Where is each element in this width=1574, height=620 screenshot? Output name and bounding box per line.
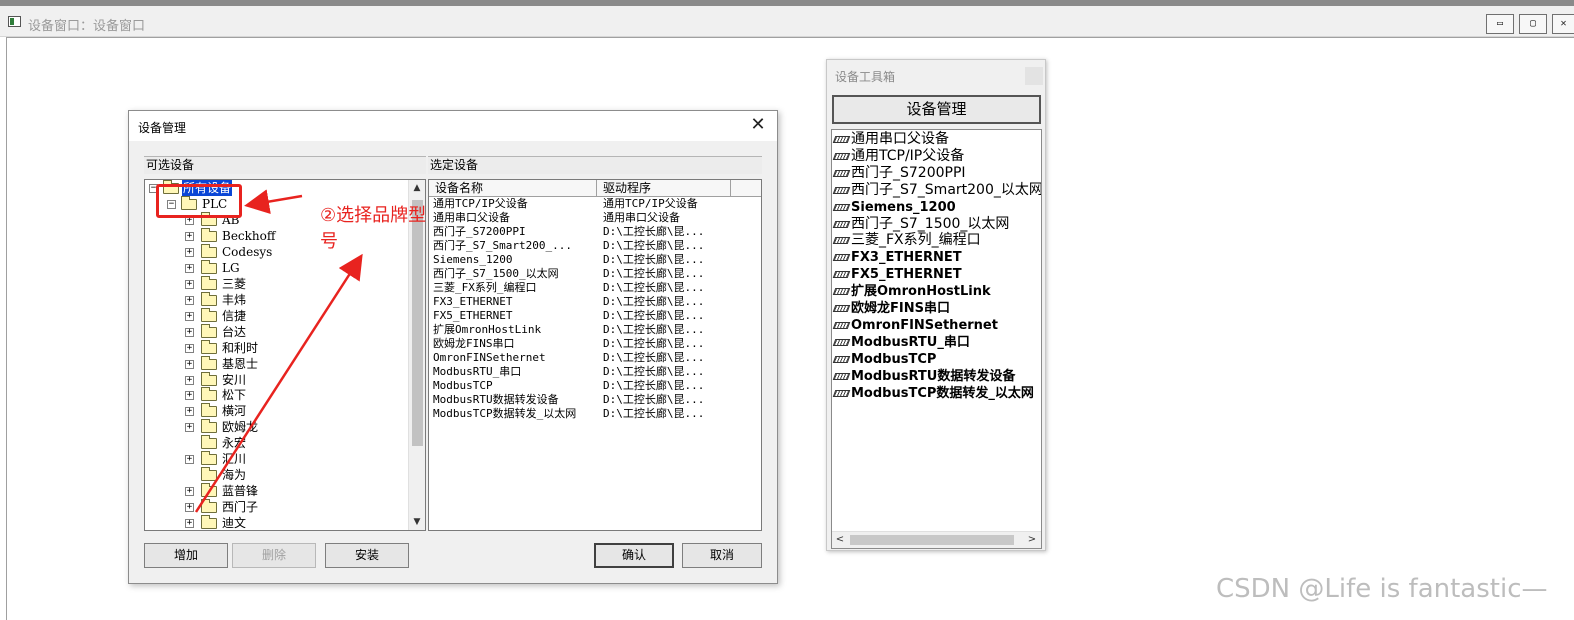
toolbox-device-label: OmronFINSethernet: [851, 317, 998, 333]
device-chip-icon: [832, 389, 851, 397]
device-management-button[interactable]: 设备管理: [832, 95, 1041, 124]
toolbox-device-label: 西门子_S7_Smart200_以太网: [851, 181, 1042, 198]
toolbox-device-label: 西门子_S7_1500_以太网: [851, 215, 1010, 232]
toolbox-device-label: ModbusTCP: [851, 351, 937, 367]
toolbox-device-label: ModbusRTU_串口: [851, 334, 970, 350]
device-chip-icon: [832, 186, 851, 194]
device-chip-icon: [832, 136, 851, 143]
device-chip-icon: [832, 254, 851, 262]
toolbox-device-label: ModbusTCP数据转发_以太网: [851, 385, 1034, 401]
toolbox-device-label: 通用TCP/IP父设备: [851, 147, 965, 164]
toolbox-device-label: ModbusRTU数据转发设备: [851, 368, 1016, 384]
toolbox-horizontal-scrollbar[interactable]: < >: [832, 531, 1041, 548]
toolbox-device-list[interactable]: 通用串口父设备 通用TCP/IP父设备 西门子_S7200PPI 西门子_S7_Sma…: [831, 129, 1042, 549]
annotation-arrow-to-plc: [244, 189, 303, 214]
toolbox-device-label: Siemens_1200: [851, 199, 956, 215]
toolbox-device-label: 扩展OmronHostLink: [851, 284, 991, 300]
annotation-label: ②选择品牌型号: [320, 205, 427, 252]
csdn-watermark: CSDN @Life is fantastic—: [1216, 574, 1548, 604]
toolbox-close-button[interactable]: [1025, 67, 1043, 85]
device-chip-icon: [832, 169, 851, 177]
device-chip-icon: [832, 220, 851, 228]
device-chip-icon: [832, 355, 851, 363]
scroll-left-icon[interactable]: <: [832, 532, 848, 548]
toolbox-device-label: FX5_ETHERNET: [851, 267, 962, 283]
device-toolbox-panel: 设备工具箱 设备管理 通用串口父设备 通用TCP/IP父设备 西门子_S7200PP…: [826, 59, 1046, 551]
device-chip-icon: [832, 372, 851, 380]
device-chip-icon: [832, 152, 851, 160]
device-chip-icon: [832, 271, 851, 279]
device-chip-icon: [832, 203, 851, 211]
toolbox-device-label: FX3_ETHERNET: [851, 250, 962, 266]
device-chip-icon: [832, 338, 851, 346]
device-chip-icon: [832, 321, 851, 329]
scroll-right-icon[interactable]: >: [1024, 532, 1040, 548]
toolbox-device-label: 西门子_S7200PPI: [851, 164, 966, 181]
scroll-thumb[interactable]: [850, 535, 1014, 545]
annotation-arrows: [194, 189, 363, 513]
device-chip-icon: [832, 288, 851, 296]
toolbox-device-label: 三菱_FX系列_编程口: [851, 232, 981, 249]
toolbox-title: 设备工具箱: [835, 70, 896, 84]
device-chip-icon: [832, 237, 851, 245]
device-chip-icon: [832, 305, 851, 312]
toolbox-device-label: 欧姆龙FINS串口: [851, 301, 950, 316]
annotation-arrow-to-brands: [194, 253, 363, 513]
toolbox-device-label: 通用串口父设备: [851, 131, 949, 147]
